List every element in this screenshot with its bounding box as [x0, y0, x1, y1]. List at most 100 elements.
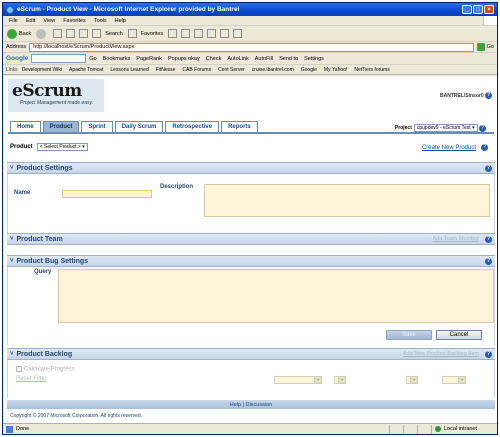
menu-file[interactable]: File — [9, 18, 18, 24]
back-button[interactable]: Back — [7, 28, 31, 39]
add-backlog-item-link[interactable]: Add New Product Backlog Item — [403, 351, 479, 357]
send-to-button[interactable]: Send to — [279, 56, 298, 62]
project-selector: Project cpupdev9 - eScrum Test ▾ ? — [395, 124, 486, 132]
browser-window: eScrum - Product View - Microsoft Intern… — [2, 2, 498, 435]
address-bar: Address http://localhost/eScrum/ProductV… — [3, 42, 497, 53]
project-label: Project — [394, 125, 412, 131]
edit-icon[interactable] — [207, 29, 217, 38]
minimize-button[interactable]: _ — [462, 5, 472, 14]
product-select[interactable]: < Select Product > ▾ — [36, 143, 88, 151]
product-team-header[interactable]: ˅ Product Team Add Team Member ? — [7, 233, 495, 245]
google-logo: Google — [6, 55, 29, 62]
query-textarea[interactable] — [58, 269, 494, 323]
tagline: Project Management made easy. — [20, 100, 94, 106]
tab-reports[interactable]: Reports — [221, 121, 258, 132]
filter-dropdown[interactable]: ▾ — [334, 376, 346, 384]
menu-view[interactable]: View — [43, 18, 55, 24]
mail-icon[interactable] — [181, 29, 191, 38]
bookmarks-button[interactable]: Bookmarks — [103, 56, 131, 62]
link-item[interactable]: Cent Server — [218, 67, 245, 73]
bugs-help-icon[interactable]: ? — [485, 257, 492, 265]
link-item[interactable]: Lessons Learned — [110, 67, 148, 73]
help-icon[interactable]: ? — [485, 92, 492, 99]
dropdown-arrow-icon: ▾ — [458, 377, 465, 383]
link-item[interactable]: Google — [301, 67, 317, 73]
backlog-help-icon[interactable]: ? — [485, 350, 492, 358]
filter-dropdown[interactable]: ▾ — [406, 376, 418, 384]
menu-tools[interactable]: Tools — [94, 18, 107, 24]
close-button[interactable]: × — [484, 5, 494, 14]
status-bar: Done Local intranet — [3, 423, 497, 434]
collapse-chevron-icon: ˅ — [10, 236, 14, 242]
popups-button[interactable]: Popups okay — [168, 56, 200, 62]
link-item[interactable]: NetTiers forums — [354, 67, 389, 73]
create-product-help-icon[interactable]: ? — [481, 144, 488, 151]
app-header: eScrum Project Management made easy. BAN… — [4, 76, 497, 118]
create-new-product-link[interactable]: Create New Product — [422, 145, 476, 151]
discuss-icon[interactable] — [220, 29, 230, 38]
reset-filter-link[interactable]: Reset Filter — [16, 376, 47, 382]
forward-button[interactable] — [36, 28, 48, 39]
search-button[interactable]: Search — [92, 29, 123, 38]
history-icon[interactable] — [168, 29, 178, 38]
back-arrow-icon — [7, 28, 17, 39]
filter-dropdown[interactable]: ▾ — [274, 376, 322, 384]
address-input[interactable]: http://localhost/eScrum/ProductView.aspx — [29, 42, 474, 52]
calculate-progress-checkbox[interactable] — [16, 366, 22, 372]
settings-help-icon[interactable]: ? — [485, 164, 492, 172]
product-settings-header[interactable]: ˅ Product Settings ? — [7, 162, 495, 174]
settings-button[interactable]: Settings — [304, 56, 324, 62]
add-team-member-link[interactable]: Add Team Member — [433, 236, 479, 242]
tab-product[interactable]: Product — [42, 121, 80, 132]
menu-help[interactable]: Help — [115, 18, 126, 24]
print-icon[interactable] — [194, 29, 204, 38]
link-item[interactable]: FitNesse — [156, 67, 176, 73]
product-bug-settings-header[interactable]: ˅ Product Bug Settings ? — [7, 255, 495, 267]
window-title: eScrum - Product View - Microsoft Intern… — [17, 6, 240, 13]
go-arrow-icon — [476, 43, 485, 51]
save-button[interactable]: Save — [386, 330, 432, 340]
product-bug-settings-body: Query Save Cancel — [7, 267, 495, 345]
google-go-button[interactable]: Go — [89, 56, 96, 62]
tab-home[interactable]: Home — [10, 121, 41, 132]
product-backlog-header[interactable]: ˅ Product Backlog Add New Product Backlo… — [7, 348, 495, 360]
name-input[interactable] — [62, 190, 152, 198]
collapse-chevron-icon: ˅ — [10, 165, 14, 171]
google-toolbar: Google Go Bookmarks PageRank Popups okay… — [3, 53, 497, 65]
autofill-button[interactable]: AutoFill — [255, 56, 273, 62]
links-bar: Links Development Wiki Apache Tomcat Les… — [3, 65, 497, 75]
project-help-icon[interactable]: ? — [479, 124, 486, 132]
menu-edit[interactable]: Edit — [26, 18, 35, 24]
tab-daily-scrum[interactable]: Daily Scrum — [114, 121, 164, 132]
tab-sprint[interactable]: Sprint — [81, 121, 113, 132]
footer-links[interactable]: Help | Discussion — [7, 400, 495, 409]
tab-retrospective[interactable]: Retrospective — [165, 121, 220, 132]
messenger-icon[interactable] — [233, 29, 243, 38]
link-item[interactable]: My Yahoo! — [324, 67, 347, 73]
stop-icon[interactable] — [53, 29, 63, 38]
description-textarea[interactable] — [204, 184, 490, 217]
dropdown-arrow-icon: ▾ — [410, 377, 417, 383]
cancel-button[interactable]: Cancel — [436, 330, 482, 340]
favorites-button[interactable]: Favorites — [127, 29, 163, 38]
project-select[interactable]: cpupdev9 - eScrum Test ▾ — [413, 124, 478, 132]
google-search-input[interactable] — [31, 54, 87, 63]
menu-favorites[interactable]: Favorites — [63, 18, 86, 24]
check-button[interactable]: Check — [206, 56, 222, 62]
refresh-icon[interactable] — [66, 29, 76, 38]
links-label: Links — [6, 66, 18, 73]
ie-icon — [6, 5, 14, 14]
product-row: Product < Select Product > ▾ — [10, 143, 88, 151]
status-cell — [403, 424, 417, 434]
home-icon[interactable] — [79, 29, 89, 38]
filter-dropdown[interactable]: ▾ — [442, 376, 466, 384]
link-item[interactable]: Apache Tomcat — [69, 67, 103, 73]
go-button[interactable]: Go — [476, 43, 494, 51]
link-item[interactable]: CAB Forums — [182, 67, 211, 73]
security-zone: Local intranet — [431, 424, 497, 434]
maximize-button[interactable]: □ — [473, 5, 483, 14]
link-item[interactable]: cruise.ibantrel.com — [252, 67, 294, 73]
team-help-icon[interactable]: ? — [485, 235, 492, 243]
link-item[interactable]: Development Wiki — [22, 67, 62, 73]
autolink-button[interactable]: AutoLink — [227, 56, 248, 62]
